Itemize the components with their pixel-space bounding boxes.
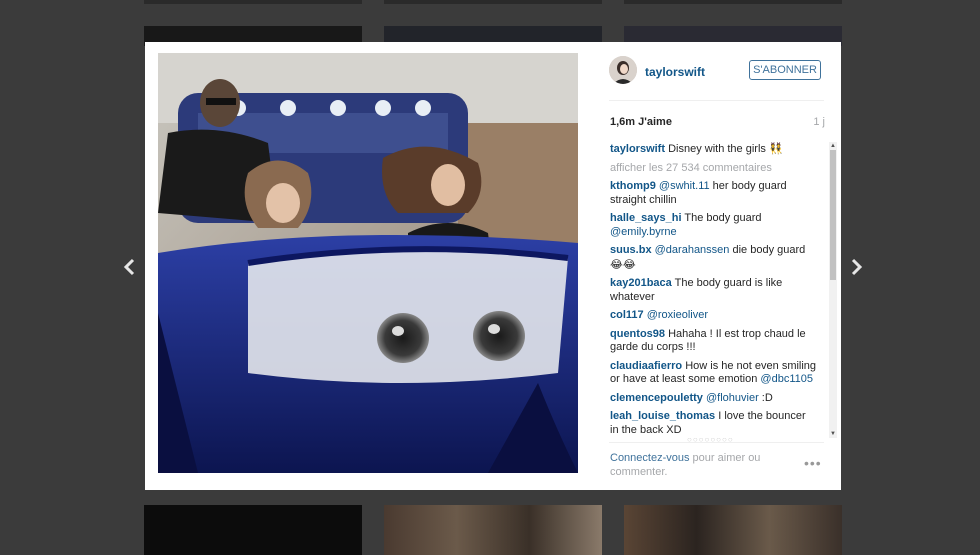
- login-link[interactable]: Connectez-vous: [610, 452, 690, 464]
- comment-item: leah_louise_thomas I love the bouncer in…: [610, 410, 817, 436]
- follow-button[interactable]: S'ABONNER: [749, 60, 821, 80]
- next-post-button[interactable]: [845, 252, 869, 282]
- user-avatar-icon: [609, 56, 637, 84]
- comment-username[interactable]: col117: [610, 309, 644, 321]
- scroll-up-arrow-icon[interactable]: ▲: [829, 142, 837, 150]
- more-options-button[interactable]: •••: [804, 456, 822, 470]
- comments-scrollbar[interactable]: ▲ ▼: [829, 142, 837, 438]
- comment-username[interactable]: clemencepouletty: [610, 392, 703, 404]
- load-more-comments-link[interactable]: afficher les 27 534 commentaires: [610, 162, 817, 176]
- comment-username[interactable]: kay201baca: [610, 277, 672, 289]
- post-modal: taylorswift S'ABONNER 1,6m J'aime 1 j ta…: [145, 42, 841, 490]
- post-photo[interactable]: [158, 53, 578, 473]
- comment-text: :D: [758, 391, 773, 404]
- background-thumbnail: [384, 0, 602, 4]
- post-header: taylorswift S'ABONNER: [597, 54, 829, 90]
- post-time[interactable]: 1 j: [813, 116, 825, 128]
- like-count[interactable]: 1,6m J'aime: [610, 116, 672, 128]
- caption-username[interactable]: taylorswift: [610, 143, 665, 155]
- divider: [609, 442, 824, 443]
- comment-username[interactable]: halle_says_hi: [610, 212, 682, 224]
- comment-text: die body guard: [729, 244, 806, 256]
- comment-item: suus.bx @darahanssen die body guard 😂😂: [610, 244, 817, 272]
- caption-emoji: 👯: [768, 142, 783, 155]
- chevron-right-icon: [851, 258, 863, 276]
- caption-text: Disney with the girls: [668, 143, 766, 155]
- chevron-left-icon: [123, 258, 135, 276]
- avatar[interactable]: [609, 56, 637, 84]
- comment-emoji: 😂😂: [610, 257, 636, 271]
- comment-text: The body guard: [684, 212, 762, 224]
- post-sidebar: taylorswift S'ABONNER 1,6m J'aime 1 j ta…: [597, 42, 837, 490]
- comment-item: col117 @roxieoliver: [610, 309, 817, 323]
- previous-post-button[interactable]: [118, 252, 142, 282]
- scroll-thumb[interactable]: [830, 150, 836, 280]
- comment-mention[interactable]: @swhit.11: [659, 180, 710, 192]
- comment-mention[interactable]: @roxieoliver: [647, 309, 708, 321]
- login-prompt: Connectez-vous pour aimer ou commenter.: [610, 452, 810, 479]
- caption: taylorswift Disney with the girls 👯: [610, 142, 817, 157]
- scroll-down-arrow-icon[interactable]: ▼: [829, 430, 837, 438]
- comment-username[interactable]: quentos98: [610, 328, 665, 340]
- comment-username[interactable]: leah_louise_thomas: [610, 410, 715, 422]
- comment-username[interactable]: suus.bx: [610, 244, 652, 256]
- comment-mention[interactable]: @flohuvier: [706, 392, 759, 404]
- divider: [609, 100, 824, 101]
- comment-mention[interactable]: @emily.byrne: [610, 226, 677, 238]
- ride-photo-illustration: [158, 53, 578, 473]
- comment-item: claudiaafierro How is he not even smilin…: [610, 360, 817, 387]
- background-thumbnail: [144, 0, 362, 4]
- background-thumbnail[interactable]: [144, 505, 362, 555]
- comment-item: kthomp9 @swhit.11 her body guard straigh…: [610, 180, 817, 207]
- background-thumbnail: [624, 0, 842, 4]
- background-thumbnail[interactable]: [624, 505, 842, 555]
- comment-list: taylorswift Disney with the girls 👯 affi…: [610, 142, 817, 436]
- comment-username[interactable]: kthomp9: [610, 180, 656, 192]
- comment-username[interactable]: claudiaafierro: [610, 360, 682, 372]
- comment-mention[interactable]: @darahanssen: [655, 244, 730, 256]
- username-link[interactable]: taylorswift: [645, 65, 705, 79]
- comment-item: halle_says_hi The body guard @emily.byrn…: [610, 212, 817, 239]
- comment-mention[interactable]: @dbc1105: [760, 373, 813, 385]
- comment-item: kay201baca The body guard is like whatev…: [610, 277, 817, 304]
- comment-item: clemencepouletty @flohuvier :D: [610, 392, 817, 406]
- background-thumbnail[interactable]: [384, 505, 602, 555]
- comment-item: quentos98 Hahaha ! Il est trop chaud le …: [610, 328, 817, 355]
